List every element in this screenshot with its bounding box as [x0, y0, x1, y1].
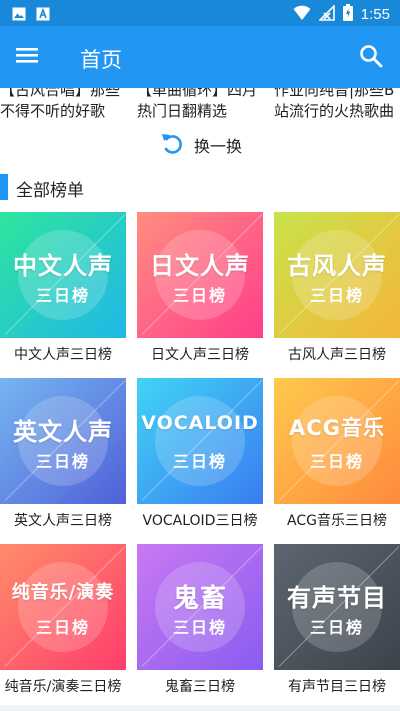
cover-subtitle: 三日榜 [172, 452, 227, 471]
chart-card[interactable]: 鬼畜 三日榜 鬼畜三日榜 [137, 544, 263, 696]
chart-card[interactable]: 中文人声 三日榜 中文人声三日榜 [0, 212, 126, 364]
bottom-edge [0, 705, 400, 711]
chart-caption: 古风人声三日榜 [288, 347, 386, 363]
wifi-icon [293, 5, 311, 25]
app-bar: 首页 [0, 26, 400, 88]
chart-card[interactable]: 纯音乐/演奏 三日榜 纯音乐/演奏三日榜 [0, 544, 126, 696]
cover-name: VOCALOID [141, 412, 259, 434]
cover-subtitle: 三日榜 [172, 286, 227, 305]
cover-subtitle: 三日榜 [309, 286, 364, 305]
section-header: 全部榜单 [0, 174, 400, 201]
signal-icon [317, 3, 335, 25]
page-title: 首页 [80, 48, 122, 72]
chart-cover: 鬼畜 三日榜 [137, 544, 263, 670]
chart-caption: 中文人声三日榜 [14, 347, 112, 363]
search-icon[interactable] [358, 43, 386, 71]
chart-cover: 古风人声 三日榜 [274, 212, 400, 338]
recommend-playlist[interactable]: 【单曲循环】四月热门日翻精选 [137, 88, 263, 124]
chart-card[interactable]: 有声节目 三日榜 有声节目三日榜 [274, 544, 400, 696]
cover-name: 日文人声 [150, 252, 250, 280]
chart-cover: 有声节目 三日榜 [274, 544, 400, 670]
chart-cover: 中文人声 三日榜 [0, 212, 126, 338]
chart-card[interactable]: 日文人声 三日榜 日文人声三日榜 [137, 212, 263, 364]
cover-subtitle: 三日榜 [35, 286, 90, 305]
chart-card[interactable]: 英文人声 三日榜 英文人声三日榜 [0, 378, 126, 530]
shuffle-label: 换一换 [194, 137, 243, 156]
clock: 1:55 [360, 6, 390, 23]
recommend-playlist[interactable]: 作业向纯音|那些B站流行的火热歌曲 [274, 88, 400, 124]
cover-subtitle: 三日榜 [172, 618, 227, 637]
chart-card[interactable]: VOCALOID 三日榜 VOCALOID三日榜 [137, 378, 263, 530]
chart-cover: ACG音乐三日榜 [274, 378, 400, 504]
chart-card[interactable]: 古风人声 三日榜 古风人声三日榜 [274, 212, 400, 364]
chart-cover: 英文人声 三日榜 [0, 378, 126, 504]
chart-caption: 有声节目三日榜 [288, 679, 386, 695]
cover-subtitle: 三日榜 [35, 452, 90, 471]
chart-card[interactable]: ACG音乐 三日榜 ACG音乐三日榜 [274, 378, 400, 530]
cover-name: ACG音乐 [289, 416, 385, 440]
recommend-title: 作业向纯音|那些B站流行的火热歌曲 [274, 88, 395, 120]
chart-caption: 英文人声三日榜 [14, 513, 112, 529]
cover-name: 有声节目 [287, 584, 387, 612]
battery-icon [342, 4, 353, 25]
shuffle-button[interactable]: 换一换 [160, 132, 242, 158]
recommend-title: 【单曲循环】四月热门日翻精选 [137, 88, 258, 120]
recommend-row: 【古风合唱】那些不得不听的好歌 【单曲循环】四月热门日翻精选 作业向纯音|那些B… [0, 88, 400, 128]
image-icon [12, 6, 26, 25]
chart-cover: 日文人声 三日榜 [137, 212, 263, 338]
section-title: 全部榜单 [16, 181, 84, 201]
recommend-title: 【古风合唱】那些不得不听的好歌 [0, 88, 121, 120]
chart-caption: 日文人声三日榜 [151, 347, 249, 363]
chart-cover: VOCALOID 三日榜 [137, 378, 263, 504]
content[interactable]: 【古风合唱】那些不得不听的好歌 【单曲循环】四月热门日翻精选 作业向纯音|那些B… [0, 88, 400, 711]
cover-subtitle: 三日榜 [35, 618, 90, 637]
menu-icon[interactable] [16, 45, 44, 69]
cover-name: 纯音乐/演奏 [11, 582, 115, 603]
cover-name: 鬼畜 [172, 584, 227, 614]
cover-subtitle: 三日榜 [309, 618, 364, 637]
refresh-icon [160, 131, 184, 159]
recommend-playlist[interactable]: 【古风合唱】那些不得不听的好歌 [0, 88, 126, 124]
cover-name: 古风人声 [287, 252, 387, 280]
status-bar: 1:55 [0, 0, 400, 26]
chart-caption: 纯音乐/演奏三日榜 [4, 679, 122, 695]
section-accent [0, 174, 8, 200]
cover-name: 中文人声 [13, 252, 113, 280]
chart-caption: 鬼畜三日榜 [165, 679, 235, 695]
cover-subtitle: 三日榜 [309, 452, 364, 471]
chart-caption: ACG音乐三日榜 [287, 513, 387, 529]
cover-name: 英文人声 [13, 418, 113, 446]
chart-caption: VOCALOID三日榜 [142, 513, 258, 529]
chart-cover: 纯音乐/演奏 三日榜 [0, 544, 126, 670]
text-a-icon [36, 6, 50, 25]
